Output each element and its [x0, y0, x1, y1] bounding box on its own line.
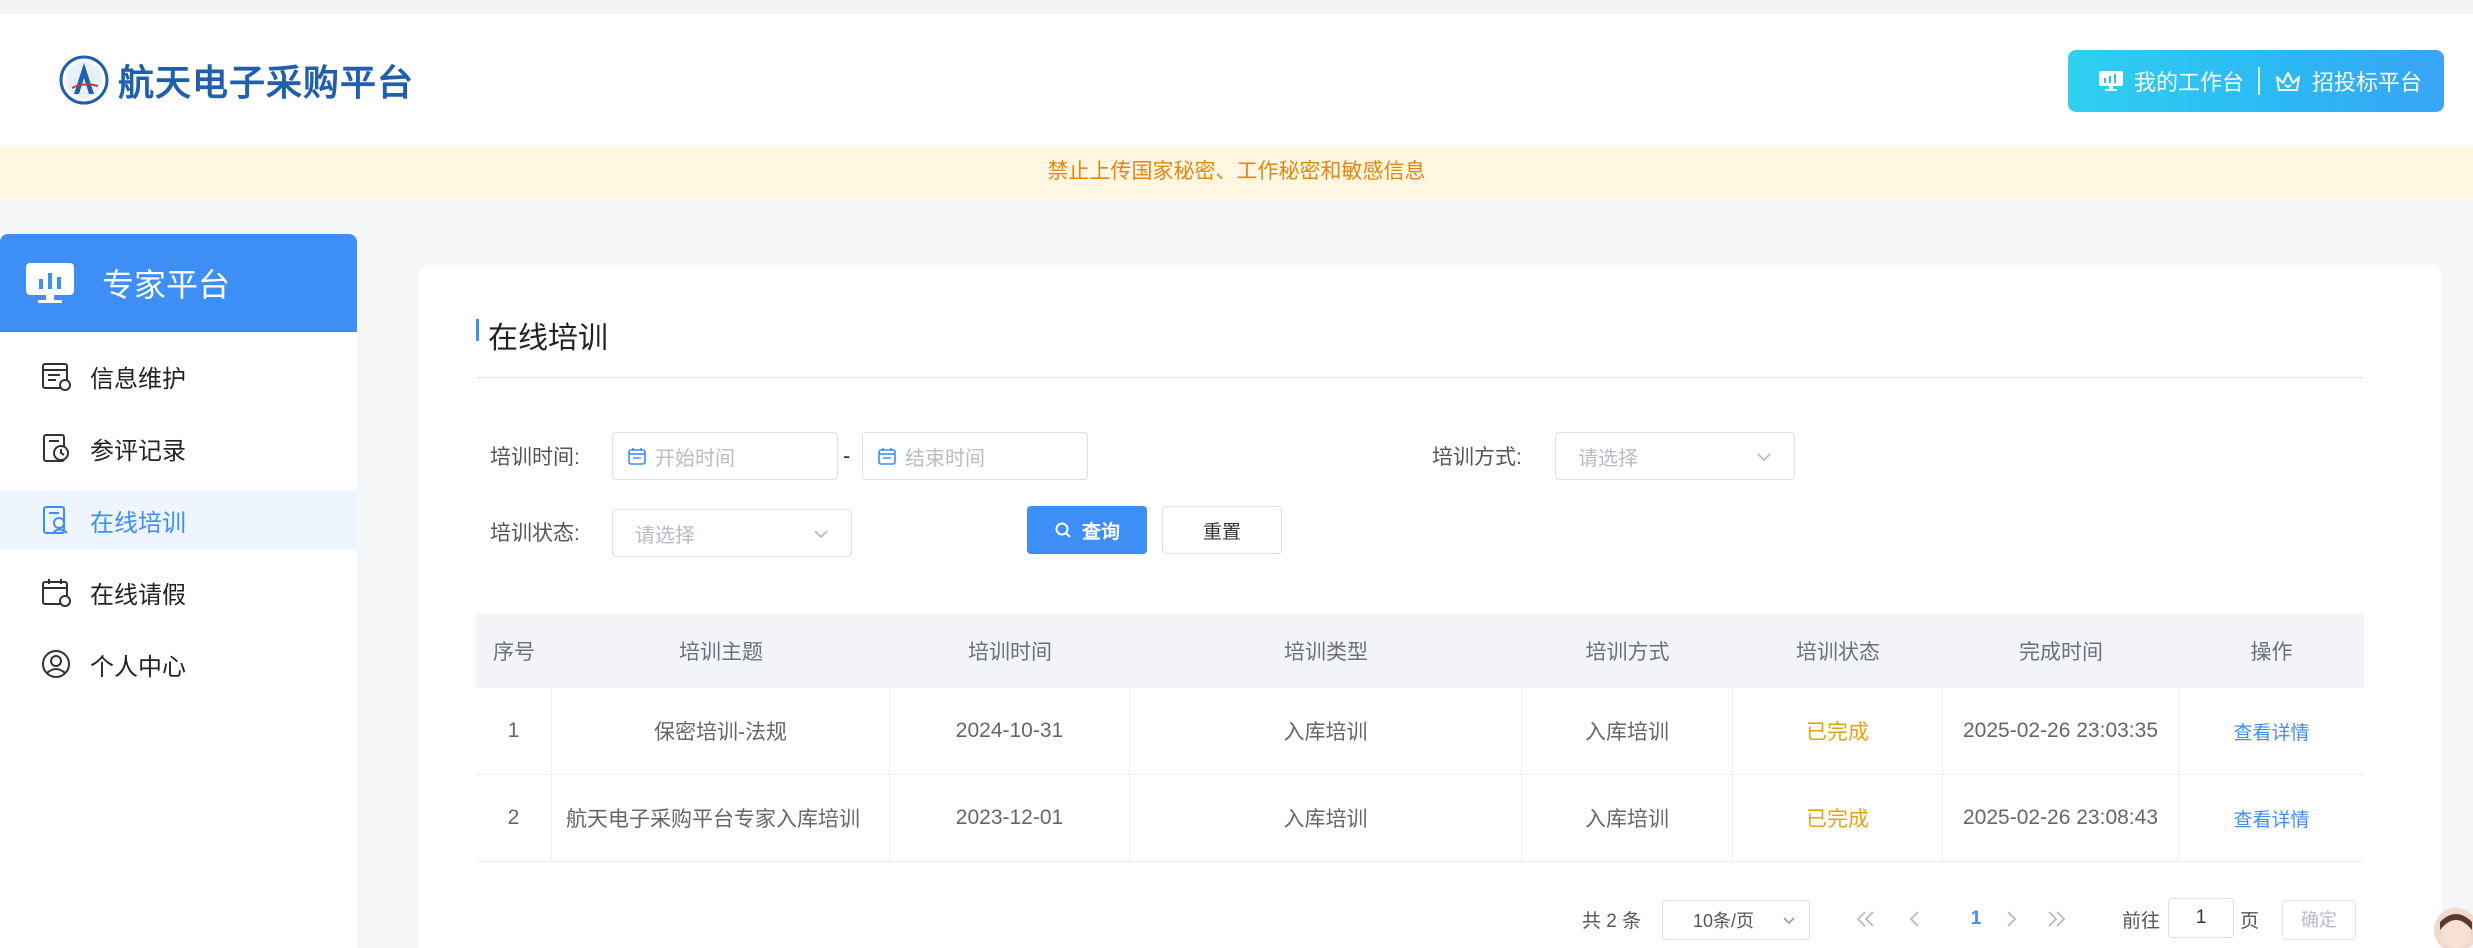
top-strip: [0, 0, 2473, 14]
cell-topic: 航天电子采购平台专家入库培训: [552, 775, 890, 861]
monitor-icon: [2099, 71, 2123, 91]
sidebar-item-records[interactable]: 参评记录: [0, 418, 357, 478]
table-header: 序号 培训主题 培训时间 培训类型 培训方式 培训状态 完成时间 操作: [476, 614, 2364, 688]
sidebar-item-label: 信息维护: [90, 365, 186, 393]
assistant-avatar[interactable]: [2434, 908, 2473, 948]
prev-page-icon[interactable]: [1904, 908, 1926, 930]
calendar-icon: [878, 448, 896, 465]
goto-label: 前往: [2122, 910, 2161, 932]
cell-time: 2024-10-31: [890, 688, 1130, 774]
cell-no: 2: [476, 775, 552, 861]
training-table: 序号 培训主题 培训时间 培训类型 培训方式 培训状态 完成时间 操作 1 保密…: [476, 614, 2364, 862]
start-date-placeholder: 开始时间: [655, 447, 735, 470]
training-status-label: 培训状态:: [490, 522, 580, 545]
sidebar-header: 专家平台: [0, 234, 357, 332]
training-mode-label: 培训方式:: [1432, 446, 1522, 469]
cell-no: 1: [476, 688, 552, 774]
sidebar-item-label: 个人中心: [90, 653, 186, 681]
start-date-input[interactable]: 开始时间: [612, 432, 838, 480]
sidebar: 专家平台 信息维护 参评记录 在线培训 在线请假 个人中心: [0, 234, 357, 948]
search-icon: [1055, 522, 1071, 538]
nav-bidding[interactable]: 招投标平台: [2274, 65, 2422, 97]
page-size-label: 10条/页: [1693, 911, 1755, 931]
avatar-icon: [2440, 914, 2472, 948]
end-date-placeholder: 结束时间: [905, 447, 985, 470]
goto-page-input[interactable]: 1: [2168, 898, 2234, 938]
sidebar-item-training[interactable]: 在线培训: [0, 490, 357, 550]
logo-text: 航天电子采购平台: [118, 62, 415, 103]
table-row: 2 航天电子采购平台专家入库培训 2023-12-01 入库培训 入库培训 已完…: [476, 775, 2364, 862]
first-page-icon[interactable]: [1854, 908, 1878, 930]
sidebar-item-label: 在线请假: [90, 581, 186, 609]
pagination-total: 共 2 条: [1582, 910, 1642, 932]
calendar-icon: [42, 579, 71, 607]
col-header: 序号: [493, 641, 535, 664]
col-header: 培训状态: [1796, 641, 1880, 664]
sidebar-item-label: 参评记录: [90, 437, 186, 465]
cell-finished: 2025-02-26 23:08:43: [1943, 775, 2179, 861]
page-size-select[interactable]: 10条/页: [1662, 900, 1810, 940]
content-card: 在线培训 培训时间: 开始时间 - 结束时间 培训方式: 请选择 培训状态: 请…: [418, 265, 2442, 948]
title-divider: [476, 377, 2364, 378]
user-icon: [42, 650, 70, 678]
end-date-input[interactable]: 结束时间: [862, 432, 1088, 480]
view-details-link[interactable]: 查看详情: [2179, 688, 2364, 774]
col-header: 培训类型: [1284, 641, 1368, 664]
sidebar-title: 专家平台: [102, 267, 231, 303]
training-status-placeholder: 请选择: [635, 524, 695, 547]
chevron-down-icon: [1757, 453, 1771, 462]
table-row: 1 保密培训-法规 2024-10-31 入库培训 入库培训 已完成 2025-…: [476, 688, 2364, 775]
query-button-label: 查询: [1081, 521, 1120, 543]
col-header: 培训时间: [968, 641, 1052, 664]
crown-icon: [2276, 72, 2301, 91]
query-button[interactable]: 查询: [1027, 506, 1147, 554]
sidebar-item-info[interactable]: 信息维护: [0, 346, 357, 406]
sidebar-item-label: 在线培训: [90, 509, 186, 537]
chevron-down-icon: [814, 530, 828, 539]
cell-time: 2023-12-01: [890, 775, 1130, 861]
view-details-link[interactable]: 查看详情: [2179, 775, 2364, 861]
cell-finished: 2025-02-26 23:03:35: [1943, 688, 2179, 774]
col-header: 培训主题: [679, 641, 763, 664]
sidebar-item-profile[interactable]: 个人中心: [0, 634, 357, 694]
sidebar-item-leave[interactable]: 在线请假: [0, 562, 357, 622]
training-status-select[interactable]: 请选择: [612, 509, 852, 557]
date-range-separator: -: [843, 443, 851, 468]
status-badge: 已完成: [1733, 688, 1943, 774]
nav-workbench-label: 我的工作台: [2134, 70, 2245, 95]
training-mode-placeholder: 请选择: [1578, 447, 1638, 470]
record-clock-icon: [43, 434, 69, 462]
info-form-icon: [42, 363, 71, 391]
security-notice: 禁止上传国家秘密、工作秘密和敏感信息: [0, 146, 2473, 198]
col-header: 操作: [2250, 641, 2293, 664]
reset-button[interactable]: 重置: [1162, 506, 1282, 554]
training-mode-select[interactable]: 请选择: [1555, 432, 1795, 480]
calendar-icon: [628, 448, 646, 465]
goto-confirm-button[interactable]: 确定: [2282, 900, 2356, 940]
nav-divider: [2258, 67, 2261, 95]
col-header: 培训方式: [1585, 641, 1670, 664]
page-unit-label: 页: [2240, 910, 2260, 932]
nav-workbench[interactable]: 我的工作台: [2098, 65, 2244, 97]
cell-mode: 入库培训: [1522, 688, 1733, 774]
logo[interactable]: 航天电子采购平台: [58, 54, 414, 106]
cell-topic: 保密培训-法规: [552, 688, 890, 774]
dashboard-monitor-icon: [26, 263, 74, 303]
cell-type: 入库培训: [1130, 688, 1522, 774]
page-title: 在线培训: [488, 322, 608, 355]
col-header: 完成时间: [2019, 641, 2103, 664]
status-badge: 已完成: [1733, 775, 1943, 861]
next-page-icon[interactable]: [2000, 908, 2022, 930]
cell-type: 入库培训: [1130, 775, 1522, 861]
nav-bidding-label: 招投标平台: [2312, 70, 2423, 95]
header: 航天电子采购平台 我的工作台 招投标平台: [0, 14, 2473, 146]
last-page-icon[interactable]: [2044, 908, 2068, 930]
chevron-down-icon: [1783, 917, 1795, 925]
logo-icon: [59, 55, 109, 105]
cell-mode: 入库培训: [1522, 775, 1733, 861]
training-icon: [43, 506, 68, 534]
top-nav: 我的工作台 招投标平台: [2068, 50, 2444, 112]
training-time-label: 培训时间:: [490, 446, 580, 469]
current-page[interactable]: 1: [1956, 899, 1996, 939]
